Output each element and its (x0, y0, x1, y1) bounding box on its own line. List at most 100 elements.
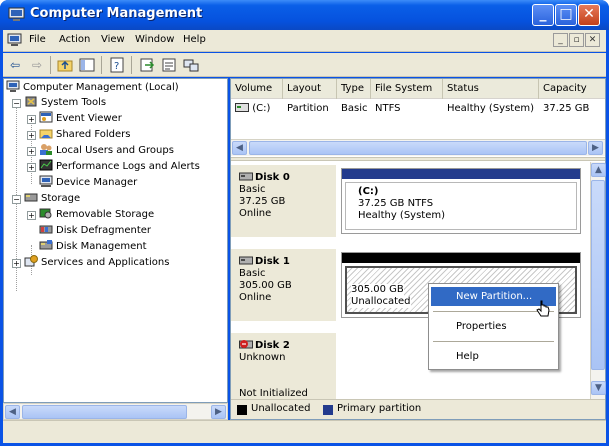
column-header-status[interactable]: Status (443, 79, 539, 99)
properties-icon[interactable] (161, 57, 177, 73)
collapse-system-tools[interactable]: − (12, 99, 21, 108)
collapse-storage[interactable]: − (12, 195, 21, 204)
column-header-file-system[interactable]: File System (371, 79, 443, 99)
partition-c-box: (C:) 37.25 GB NTFS Healthy (System) (345, 182, 577, 230)
tree-label: Removable Storage (56, 209, 155, 220)
pane-splitter[interactable] (231, 157, 605, 161)
up-folder-icon[interactable] (57, 57, 73, 73)
help-icon[interactable]: ? (109, 57, 125, 73)
unallocated-swatch (237, 405, 247, 415)
volume-name: (C:) (252, 103, 271, 114)
expand-shared-folders[interactable]: + (27, 131, 36, 140)
menu-action[interactable]: Action (59, 34, 90, 45)
scrollbar-thumb[interactable] (22, 405, 187, 419)
scroll-down-icon[interactable]: ▼ (591, 381, 606, 395)
menu-bar: File Action View Window Help _ ▫ ✕ (3, 30, 606, 52)
child-minimize-button[interactable]: _ (553, 33, 568, 47)
disk-2-label[interactable]: Disk 2 Unknown Not Initialized (231, 333, 337, 399)
scroll-left-icon[interactable]: ◀ (5, 405, 20, 419)
hand-cursor-icon (536, 300, 550, 317)
scroll-right-icon[interactable]: ▶ (211, 405, 226, 419)
scroll-left-icon[interactable]: ◀ (232, 141, 247, 155)
tree-label: Computer Management (Local) (23, 82, 179, 93)
expand-removable-storage[interactable]: + (27, 211, 36, 220)
device-manager-icon (39, 175, 53, 187)
tree-item-storage[interactable]: Storage (24, 191, 80, 207)
column-header-capacity[interactable]: Capacity (539, 79, 605, 99)
column-header-volume[interactable]: Volume (231, 79, 283, 99)
show-hide-tree-icon[interactable] (79, 57, 95, 73)
scroll-up-icon[interactable]: ▲ (591, 163, 606, 177)
system-tools-icon (25, 96, 37, 107)
legend-unallocated: Unallocated (251, 403, 311, 414)
scroll-right-icon[interactable]: ▶ (588, 141, 603, 155)
expand-performance-logs[interactable]: + (27, 163, 36, 172)
tree-horizontal-scrollbar[interactable]: ◀ ▶ (3, 403, 228, 420)
forward-arrow-icon[interactable]: ⇨ (29, 57, 45, 73)
help-menu-item[interactable]: Help (431, 347, 556, 366)
child-restore-button[interactable]: ▫ (569, 33, 584, 47)
scrollbar-thumb[interactable] (249, 141, 587, 155)
status-bar (3, 420, 606, 443)
tree-item-local-users[interactable]: Local Users and Groups (39, 143, 174, 159)
connect-icon[interactable] (183, 57, 199, 73)
expand-event-viewer[interactable]: + (27, 115, 36, 124)
tree-item-event-viewer[interactable]: Event Viewer (39, 111, 122, 127)
close-button[interactable]: ✕ (578, 4, 600, 26)
column-header-layout[interactable]: Layout (283, 79, 337, 99)
computer-management-icon (6, 80, 20, 92)
tree-item-services[interactable]: Services and Applications (24, 255, 169, 271)
status-cell: Healthy (System) (447, 103, 535, 114)
disk-name: Disk 0 (255, 172, 290, 183)
tree-item-root[interactable]: Computer Management (Local) (6, 80, 179, 96)
tree-item-removable-storage[interactable]: Removable Storage (39, 207, 154, 223)
disk-name: Disk 2 (255, 340, 290, 351)
tree-item-shared-folders[interactable]: Shared Folders (39, 127, 131, 143)
menu-view[interactable]: View (101, 34, 125, 45)
expand-local-users[interactable]: + (27, 147, 36, 156)
tree-item-disk-management[interactable]: Disk Management (39, 239, 147, 255)
tree-item-disk-defragmenter[interactable]: Disk Defragmenter (39, 223, 151, 239)
disk-graph-vertical-scrollbar[interactable]: ▲ ▼ (590, 162, 606, 399)
menu-file[interactable]: File (29, 34, 46, 45)
unallocated-bar (342, 253, 580, 263)
shared-folder-icon (39, 129, 53, 139)
minimize-button[interactable]: _ (532, 4, 554, 26)
back-arrow-icon[interactable]: ⇦ (7, 57, 23, 73)
volume-list-horizontal-scrollbar[interactable]: ◀ ▶ (231, 139, 605, 156)
disk-legend: Unallocated Primary partition (231, 399, 605, 419)
scrollbar-thumb[interactable] (591, 180, 605, 370)
drive-icon (235, 103, 249, 112)
tree-item-performance-logs[interactable]: Performance Logs and Alerts (39, 159, 200, 175)
tree-item-system-tools[interactable]: System Tools (24, 95, 106, 111)
computer-management-icon (8, 7, 25, 21)
export-list-icon[interactable] (139, 57, 155, 73)
toolbar-separator (131, 56, 132, 74)
console-tree: Computer Management (Local) − System Too… (3, 78, 228, 403)
partition-label: (C:) (358, 186, 379, 197)
computer-management-window: Computer Management _ □ ✕ File Action Vi… (0, 0, 609, 446)
maximize-button[interactable]: □ (555, 4, 577, 26)
menu-help[interactable]: Help (183, 34, 206, 45)
tree-label: Disk Defragmenter (56, 225, 152, 236)
menu-window[interactable]: Window (135, 34, 174, 45)
tree-label: Device Manager (56, 177, 138, 188)
expand-services[interactable]: + (12, 259, 21, 268)
volume-row[interactable]: (C:) Partition Basic NTFS Healthy (Syste… (231, 101, 605, 117)
disk-management-icon (39, 240, 53, 250)
file-system-cell: NTFS (375, 103, 401, 114)
tree-label: Event Viewer (56, 113, 122, 124)
disk-type: Basic (239, 268, 266, 279)
performance-icon (39, 159, 53, 171)
column-header-type[interactable]: Type (337, 79, 371, 99)
disk-0-partition[interactable]: (C:) 37.25 GB NTFS Healthy (System) (341, 168, 581, 234)
system-menu-icon[interactable] (7, 33, 22, 48)
volume-cell: (C:) (231, 101, 270, 117)
disk-0-label[interactable]: Disk 0 Basic 37.25 GB Online (231, 165, 337, 237)
disk-1-label[interactable]: Disk 1 Basic 305.00 GB Online (231, 249, 337, 321)
defragmenter-icon (39, 225, 53, 234)
title-bar[interactable]: Computer Management _ □ ✕ (0, 0, 609, 30)
tree-label: Performance Logs and Alerts (56, 161, 200, 172)
tree-item-device-manager[interactable]: Device Manager (39, 175, 137, 191)
child-close-button[interactable]: ✕ (585, 33, 600, 47)
